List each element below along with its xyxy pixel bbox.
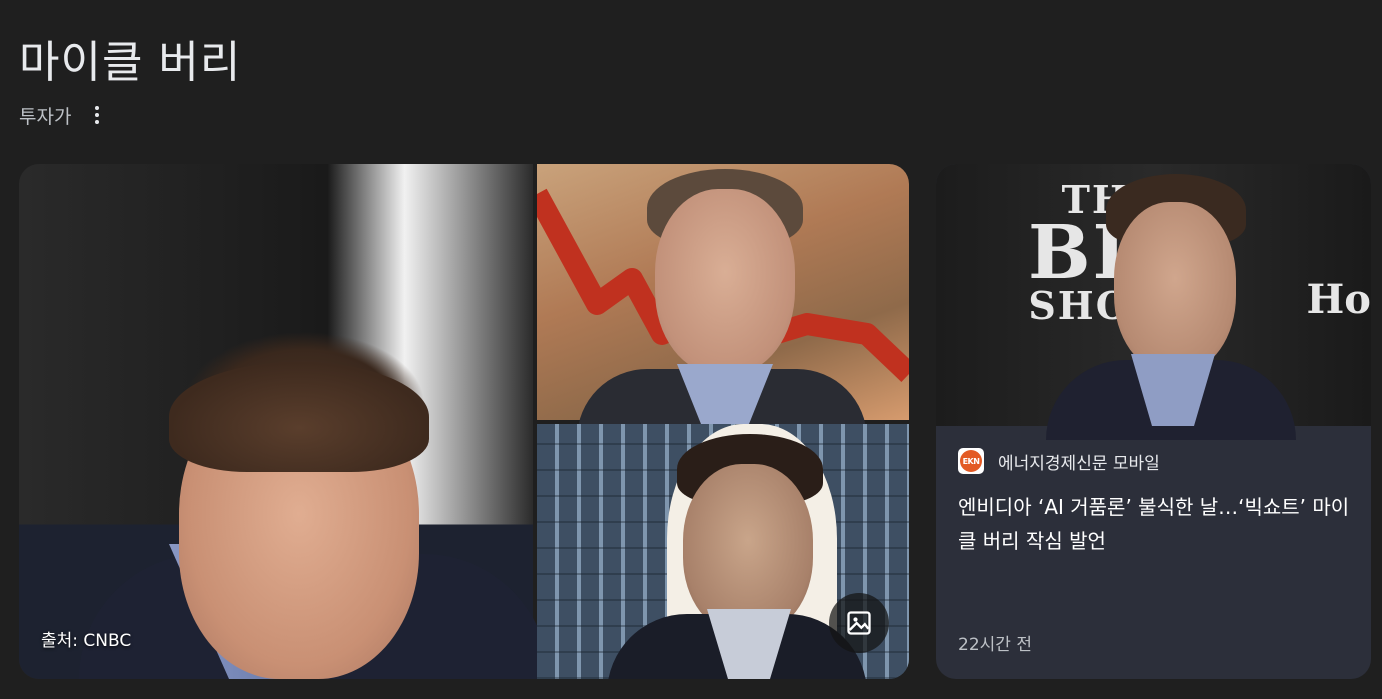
entity-title: 마이클 버리 xyxy=(19,37,242,88)
poster-side-text: Ho xyxy=(1306,276,1371,323)
news-publisher: EKN 에너지경제신문 모바일 xyxy=(958,448,1160,474)
publisher-name: 에너지경제신문 모바일 xyxy=(998,453,1160,474)
more-vert-icon[interactable] xyxy=(87,101,107,129)
image-gallery: 출처: CNBC xyxy=(19,164,909,679)
news-card[interactable]: THE BIG SHORT Ho EKN 에너지경제신문 모바일 엔비디아 ‘A… xyxy=(936,164,1371,679)
news-timestamp: 22시간 전 xyxy=(958,635,1032,655)
publisher-logo-icon: EKN xyxy=(958,448,984,474)
entity-subtitle: 투자가 xyxy=(19,105,72,128)
dollar-background-portrait-image[interactable] xyxy=(537,164,909,439)
news-headline[interactable]: 엔비디아 ‘AI 거품론’ 불식한 날…‘빅쇼트’ 마이클 버리 작심 발언 xyxy=(958,490,1353,558)
image-source-label: 출처: CNBC xyxy=(41,631,132,651)
news-thumbnail: THE BIG SHORT Ho xyxy=(936,164,1371,440)
news-body: EKN 에너지경제신문 모바일 엔비디아 ‘AI 거품론’ 불식한 날…‘빅쇼트… xyxy=(936,426,1371,679)
entity-header: 마이클 버리 xyxy=(19,34,241,92)
entity-subtitle-row: 투자가 xyxy=(19,100,107,130)
image-icon[interactable] xyxy=(829,593,889,653)
building-background-portrait-image[interactable] xyxy=(537,424,909,679)
main-portrait-image[interactable]: 출처: CNBC xyxy=(19,164,549,679)
